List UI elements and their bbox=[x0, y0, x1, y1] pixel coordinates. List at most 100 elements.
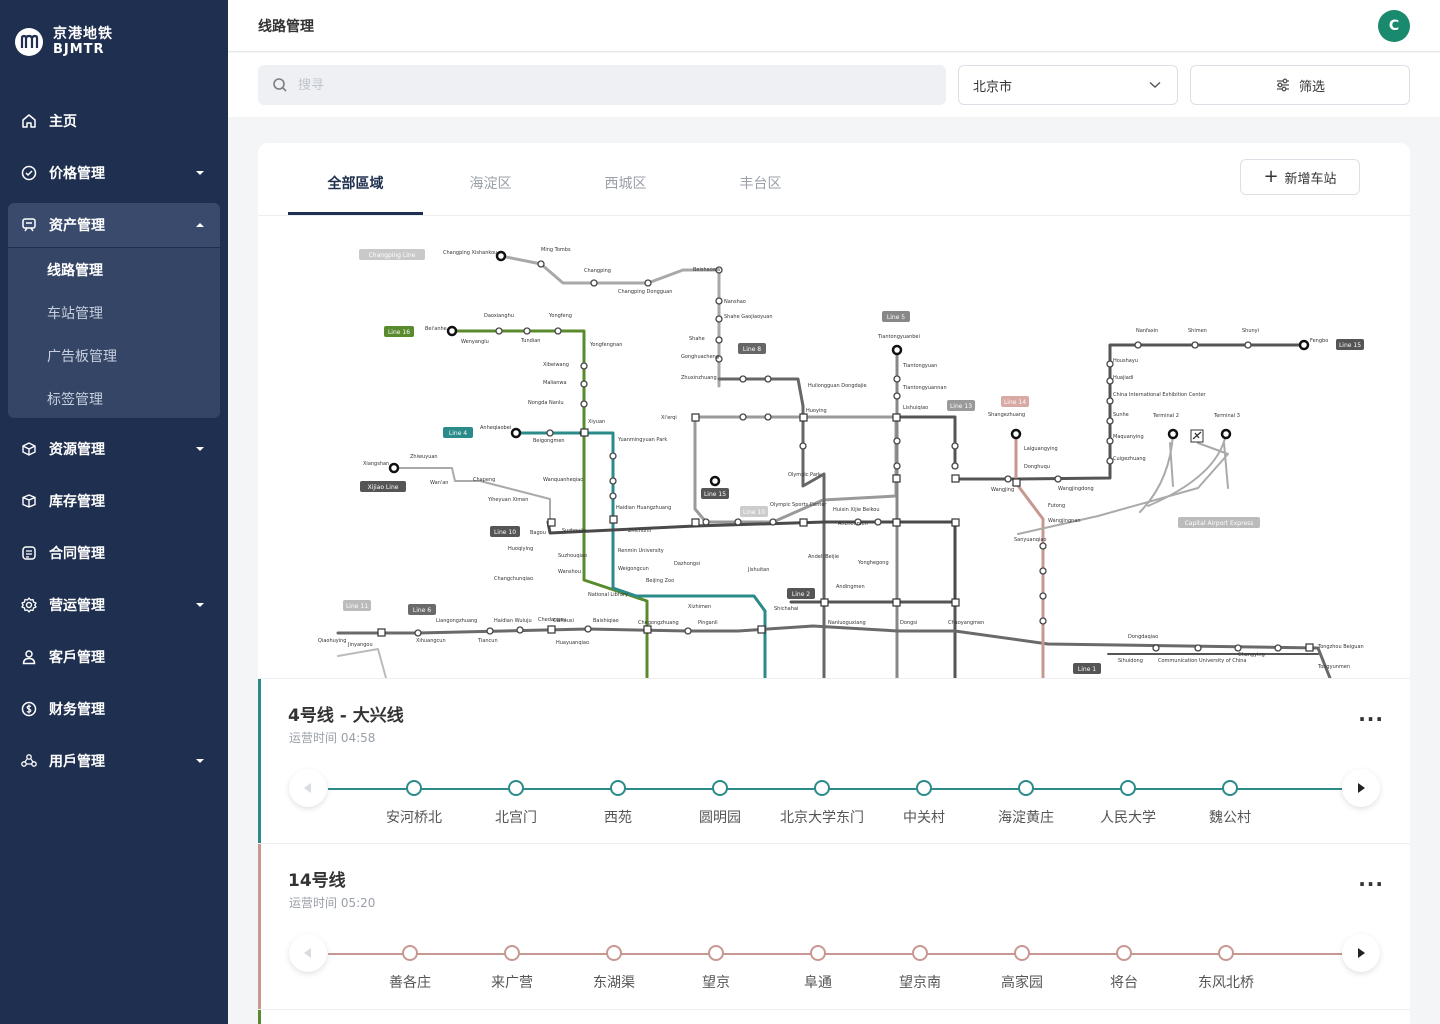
svg-text:Communication University of Ch: Communication University of China bbox=[1158, 658, 1247, 664]
sidebar-item-contracts[interactable]: 合同管理 bbox=[8, 531, 220, 575]
svg-text:Tiantongyuan: Tiantongyuan bbox=[902, 363, 937, 369]
station-marker[interactable] bbox=[406, 780, 422, 796]
page-title: 线路管理 bbox=[258, 19, 314, 35]
sidebar-item-operations[interactable]: 营运管理 bbox=[8, 583, 220, 627]
line-name: 4号线 - 大兴线 bbox=[288, 706, 404, 726]
brand-name-en: BJMTR bbox=[53, 42, 105, 57]
station-marker[interactable] bbox=[1218, 945, 1234, 961]
station-marker[interactable] bbox=[504, 945, 520, 961]
tab-haidian[interactable]: 海淀区 bbox=[423, 173, 558, 193]
svg-text:Sihuidong: Sihuidong bbox=[1118, 658, 1143, 664]
svg-text:Capital Airport Express: Capital Airport Express bbox=[1185, 520, 1254, 527]
more-options-button[interactable]: ··· bbox=[1358, 874, 1384, 894]
svg-text:Jishuitan: Jishuitan bbox=[747, 567, 769, 573]
svg-text:Shunyi: Shunyi bbox=[1242, 328, 1259, 334]
svg-text:Line 4: Line 4 bbox=[449, 430, 467, 437]
svg-text:Pinganli: Pinganli bbox=[698, 620, 718, 626]
svg-text:Line 10: Line 10 bbox=[494, 529, 516, 536]
chevron-down-icon bbox=[196, 603, 204, 607]
filter-button[interactable]: 筛选 bbox=[1190, 65, 1410, 105]
chevron-right-icon bbox=[1358, 948, 1365, 958]
svg-text:Gonghuacheng: Gonghuacheng bbox=[681, 354, 719, 360]
svg-text:Malianwa: Malianwa bbox=[543, 380, 567, 386]
submenu-item-lines[interactable]: 线路管理 bbox=[47, 260, 103, 280]
station-marker[interactable] bbox=[810, 945, 826, 961]
add-station-button[interactable]: + 新增车站 bbox=[1240, 159, 1360, 195]
brand-name-cn: 京港地铁 bbox=[53, 26, 113, 42]
chevron-up-icon bbox=[196, 223, 204, 227]
station-label: 海淀黄庄 bbox=[998, 810, 1054, 826]
box-icon bbox=[20, 492, 38, 510]
scroll-left-button[interactable] bbox=[289, 769, 327, 807]
sidebar-item-label: 客戶管理 bbox=[49, 650, 105, 666]
submenu-item-billboards[interactable]: 广告板管理 bbox=[47, 346, 117, 366]
sidebar-item-home[interactable]: 主页 bbox=[8, 99, 220, 143]
avatar[interactable]: C bbox=[1378, 10, 1410, 42]
submenu-item-tags[interactable]: 标签管理 bbox=[47, 389, 103, 409]
station-marker[interactable] bbox=[708, 945, 724, 961]
sidebar-item-inventory[interactable]: 库存管理 bbox=[8, 479, 220, 523]
svg-text:Huilongguan Dongdajie: Huilongguan Dongdajie bbox=[808, 383, 867, 389]
svg-text:Haidian Huangzhuang: Haidian Huangzhuang bbox=[616, 505, 671, 511]
line-panel-line14[interactable]: 14号线 运营时间 05:20 ··· 善各庄 来广营 东湖渠 望京 阜通 望京… bbox=[258, 843, 1410, 1009]
station-marker[interactable] bbox=[610, 780, 626, 796]
svg-text:Huoying: Huoying bbox=[806, 408, 827, 414]
scroll-right-button[interactable] bbox=[1342, 769, 1380, 807]
scroll-right-button[interactable] bbox=[1342, 934, 1380, 972]
sidebar-item-users[interactable]: 用戶管理 bbox=[8, 739, 220, 783]
station-label: 高家园 bbox=[1001, 975, 1043, 991]
svg-text:Ming Tombs: Ming Tombs bbox=[541, 247, 571, 253]
metro-map-svg: Changping Line Line 16 Line 4 Xijiao Lin… bbox=[318, 247, 1364, 678]
assets-submenu: 线路管理 车站管理 广告板管理 标签管理 bbox=[8, 248, 220, 418]
station-marker[interactable] bbox=[814, 780, 830, 796]
station-marker[interactable] bbox=[1014, 945, 1030, 961]
sidebar-item-resources[interactable]: 资源管理 bbox=[8, 427, 220, 471]
tab-fengtai[interactable]: 丰台区 bbox=[693, 173, 828, 193]
search-box[interactable] bbox=[258, 65, 946, 105]
svg-text:Wangjing: Wangjing bbox=[991, 487, 1014, 493]
svg-text:Changping Xishankou: Changping Xishankou bbox=[443, 250, 497, 256]
svg-text:Dongsi: Dongsi bbox=[900, 620, 917, 626]
station-label: 东湖渠 bbox=[593, 975, 635, 991]
sidebar-item-finance[interactable]: 财务管理 bbox=[8, 687, 220, 731]
station-marker[interactable] bbox=[1018, 780, 1034, 796]
svg-text:Tongzhou Beiguan: Tongzhou Beiguan bbox=[1317, 644, 1364, 650]
svg-text:Terminal 3: Terminal 3 bbox=[1213, 413, 1240, 419]
plus-icon: + bbox=[1263, 166, 1279, 187]
station-marker[interactable] bbox=[712, 780, 728, 796]
svg-text:Xijiao Line: Xijiao Line bbox=[368, 484, 399, 491]
station-marker[interactable] bbox=[402, 945, 418, 961]
more-options-button[interactable]: ··· bbox=[1358, 709, 1384, 729]
scroll-left-button[interactable] bbox=[289, 934, 327, 972]
station-marker[interactable] bbox=[916, 780, 932, 796]
svg-text:Jinyangou: Jinyangou bbox=[347, 642, 373, 648]
station-marker[interactable] bbox=[1222, 780, 1238, 796]
tab-all-areas[interactable]: 全部區域 bbox=[288, 173, 423, 193]
station-marker[interactable] bbox=[1120, 780, 1136, 796]
city-select[interactable]: 北京市 bbox=[958, 65, 1178, 105]
submenu-item-stations[interactable]: 车站管理 bbox=[47, 303, 103, 323]
sidebar-item-price[interactable]: 价格管理 bbox=[8, 151, 220, 195]
svg-text:Shichahai: Shichahai bbox=[774, 606, 798, 612]
station-label: 西苑 bbox=[604, 810, 632, 826]
sidebar-item-assets[interactable]: 资产管理 bbox=[8, 203, 220, 247]
document-icon bbox=[20, 544, 38, 562]
sidebar-item-customers[interactable]: 客戶管理 bbox=[8, 635, 220, 679]
svg-text:Laiguangying: Laiguangying bbox=[1024, 446, 1058, 452]
svg-text:Shangezhuang: Shangezhuang bbox=[988, 412, 1025, 418]
station-marker[interactable] bbox=[606, 945, 622, 961]
metro-map[interactable]: Changping Line Line 16 Line 4 Xijiao Lin… bbox=[258, 216, 1410, 678]
svg-text:Cuigezhuang: Cuigezhuang bbox=[1113, 456, 1146, 462]
brand[interactable]: 京港地铁 BJMTR bbox=[14, 26, 113, 58]
next-line-panel[interactable] bbox=[258, 1009, 1410, 1024]
tab-xicheng[interactable]: 西城区 bbox=[558, 173, 693, 193]
svg-text:Changchunqiao: Changchunqiao bbox=[494, 576, 533, 582]
line-panel-line4[interactable]: 4号线 - 大兴线 运营时间 04:58 ··· 安河桥北 北宫门 西苑 圆明园… bbox=[258, 678, 1410, 844]
station-marker[interactable] bbox=[1116, 945, 1132, 961]
station-marker[interactable] bbox=[508, 780, 524, 796]
station-marker[interactable] bbox=[912, 945, 928, 961]
svg-text:Yiheyuan Ximen: Yiheyuan Ximen bbox=[487, 497, 528, 503]
svg-text:Line 6: Line 6 bbox=[413, 607, 431, 614]
dollar-icon bbox=[20, 700, 38, 718]
search-input[interactable] bbox=[298, 77, 898, 93]
